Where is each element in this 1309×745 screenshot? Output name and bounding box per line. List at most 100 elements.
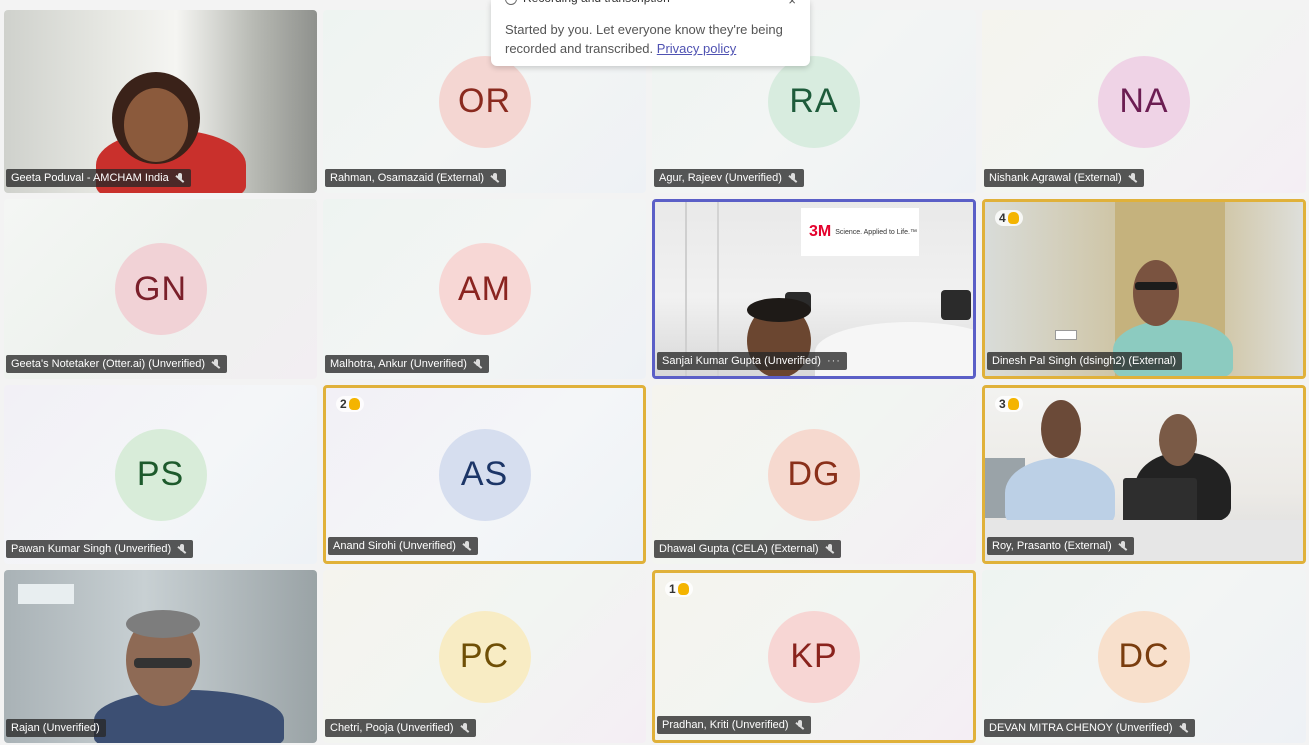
- participant-tile-roy-prasanto[interactable]: 3 Roy, Prasanto (External): [982, 385, 1306, 564]
- participant-tile-malhotra-ankur[interactable]: AM Malhotra, Ankur (Unverified): [323, 199, 646, 379]
- notification-title: Recording and transcription: [505, 0, 670, 8]
- mic-muted-icon: [177, 543, 187, 555]
- avatar: DC: [1098, 610, 1190, 703]
- participant-name-label: Anand Sirohi (Unverified): [328, 537, 478, 555]
- avatar-initials: RA: [789, 82, 839, 120]
- raised-hand-badge: 3: [995, 396, 1023, 412]
- raised-hand-badge: 2: [336, 396, 364, 412]
- avatar-initials: PC: [459, 637, 510, 675]
- 3m-logo: 3M Science. Applied to Life.™: [801, 208, 919, 256]
- avatar: RA: [768, 55, 860, 148]
- participant-name-label: DEVAN MITRA CHENOY (Unverified): [984, 719, 1195, 737]
- mic-muted-icon: [490, 172, 500, 184]
- participant-tile-devan-mitra-chenoy[interactable]: DC DEVAN MITRA CHENOY (Unverified): [982, 570, 1306, 743]
- raised-hand-badge: 4: [995, 210, 1023, 226]
- avatar-initials: NA: [1119, 82, 1169, 120]
- recording-icon: [505, 0, 517, 5]
- mic-muted-icon: [788, 172, 798, 184]
- avatar-initials: GN: [134, 269, 187, 308]
- mic-muted-icon: [473, 358, 483, 370]
- participant-name-label: Roy, Prasanto (External): [987, 537, 1134, 555]
- participant-name: Malhotra, Ankur (Unverified): [330, 358, 467, 370]
- participant-name: Dhawal Gupta (CELA) (External): [659, 543, 819, 555]
- participant-name-label: Rahman, Osamazaid (External): [325, 169, 507, 187]
- logo-tagline: Science. Applied to Life.™: [835, 228, 917, 236]
- raised-hand-icon: [348, 398, 360, 410]
- participant-tile-dhawal-gupta[interactable]: DG Dhawal Gupta (CELA) (External): [652, 385, 976, 564]
- notification-title-text: Recording and transcription: [523, 0, 670, 8]
- participant-name: Geeta's Notetaker (Otter.ai) (Unverified…: [11, 358, 206, 370]
- participant-tile-sanjai-kumar-gupta[interactable]: 3M Science. Applied to Life.™ Sanjai Kum…: [652, 199, 976, 379]
- participant-name: Pradhan, Kriti (Unverified): [662, 719, 789, 731]
- avatar: AM: [438, 243, 531, 335]
- mic-muted-icon: [795, 719, 805, 731]
- avatar-initials: AS: [460, 455, 509, 493]
- participant-name-label: Dhawal Gupta (CELA) (External): [654, 540, 841, 558]
- participant-tile-pradhan-kriti[interactable]: KP 1 Pradhan, Kriti (Unverified): [652, 570, 976, 743]
- mic-muted-icon: [175, 172, 185, 184]
- notification-body-text: Started by you. Let everyone know they'r…: [505, 22, 783, 56]
- participant-tile-geeta-poduval[interactable]: Geeta Poduval - AMCHAM India: [4, 10, 317, 193]
- avatar-initials: DC: [1118, 637, 1170, 675]
- mic-muted-icon: [825, 543, 835, 555]
- close-icon[interactable]: ×: [788, 0, 796, 10]
- participant-name-label: Geeta Poduval - AMCHAM India: [6, 169, 191, 187]
- avatar: KP: [768, 610, 860, 703]
- video-feed: [985, 202, 1303, 376]
- raised-hand-icon: [1007, 398, 1019, 410]
- avatar: PS: [114, 428, 207, 521]
- participant-tile-geetas-notetaker[interactable]: GN Geeta's Notetaker (Otter.ai) (Unverif…: [4, 199, 317, 379]
- avatar: GN: [114, 243, 207, 335]
- participant-name: Rahman, Osamazaid (External): [330, 172, 485, 184]
- participant-name: Rajan (Unverified): [11, 722, 100, 734]
- avatar: OR: [438, 55, 531, 148]
- avatar-initials: KP: [790, 637, 838, 675]
- participant-name-label: Dinesh Pal Singh (dsingh2) (External): [987, 352, 1183, 370]
- avatar: AS: [438, 428, 531, 521]
- participant-name-label: Geeta's Notetaker (Otter.ai) (Unverified…: [6, 355, 228, 373]
- participant-name: Anand Sirohi (Unverified): [333, 540, 456, 552]
- participant-tile-anand-sirohi[interactable]: AS 2 Anand Sirohi (Unverified): [323, 385, 646, 564]
- participant-name: Agur, Rajeev (Unverified): [659, 172, 782, 184]
- participant-name-label: Agur, Rajeev (Unverified): [654, 169, 804, 187]
- participant-grid: Geeta Poduval - AMCHAM India OR Rahman, …: [4, 10, 1306, 745]
- participant-name-label: Sanjai Kumar Gupta (Unverified) ···: [657, 352, 847, 370]
- hand-raise-order: 1: [669, 582, 676, 596]
- participant-name: Dinesh Pal Singh (dsingh2) (External): [992, 355, 1177, 367]
- participant-name: Roy, Prasanto (External): [992, 540, 1112, 552]
- participant-tile-pawan-kumar-singh[interactable]: PS Pawan Kumar Singh (Unverified): [4, 385, 317, 564]
- participant-name-label: Rajan (Unverified): [6, 719, 106, 737]
- participant-tile-chetri-pooja[interactable]: PC Chetri, Pooja (Unverified): [323, 570, 646, 743]
- mic-muted-icon: [1128, 172, 1138, 184]
- recording-notification: Recording and transcription × Started by…: [491, 0, 810, 66]
- participant-tile-rajan[interactable]: Rajan (Unverified): [4, 570, 317, 743]
- participant-name-label: Nishank Agrawal (External): [984, 169, 1144, 187]
- participant-name-label: Malhotra, Ankur (Unverified): [325, 355, 489, 373]
- video-feed: [985, 388, 1303, 561]
- participant-tile-nishank-agrawal[interactable]: NA Nishank Agrawal (External): [982, 10, 1306, 193]
- hand-raise-order: 2: [340, 397, 347, 411]
- raised-hand-badge: 1: [665, 581, 693, 597]
- privacy-policy-link[interactable]: Privacy policy: [657, 41, 736, 56]
- avatar: PC: [438, 610, 531, 703]
- participant-name-label: Pradhan, Kriti (Unverified): [657, 716, 811, 734]
- participant-name: DEVAN MITRA CHENOY (Unverified): [989, 722, 1173, 734]
- hand-raise-order: 3: [999, 397, 1006, 411]
- participant-tile-dinesh-pal-singh[interactable]: 4 Dinesh Pal Singh (dsingh2) (External): [982, 199, 1306, 379]
- participant-name: Geeta Poduval - AMCHAM India: [11, 172, 169, 184]
- participant-name: Chetri, Pooja (Unverified): [330, 722, 454, 734]
- mic-muted-icon: [462, 540, 472, 552]
- participant-name: Nishank Agrawal (External): [989, 172, 1122, 184]
- participant-name: Sanjai Kumar Gupta (Unverified): [662, 355, 821, 367]
- video-feed: [4, 10, 317, 193]
- avatar: NA: [1098, 55, 1190, 148]
- hand-raise-order: 4: [999, 211, 1006, 225]
- avatar-initials: OR: [458, 82, 511, 120]
- more-options-icon[interactable]: ···: [827, 355, 841, 367]
- notification-body: Started by you. Let everyone know they'r…: [505, 20, 796, 58]
- avatar-initials: PS: [136, 455, 185, 493]
- mic-muted-icon: [211, 358, 221, 370]
- mic-muted-icon: [460, 722, 470, 734]
- participant-name: Pawan Kumar Singh (Unverified): [11, 543, 172, 555]
- video-feed: [4, 570, 317, 743]
